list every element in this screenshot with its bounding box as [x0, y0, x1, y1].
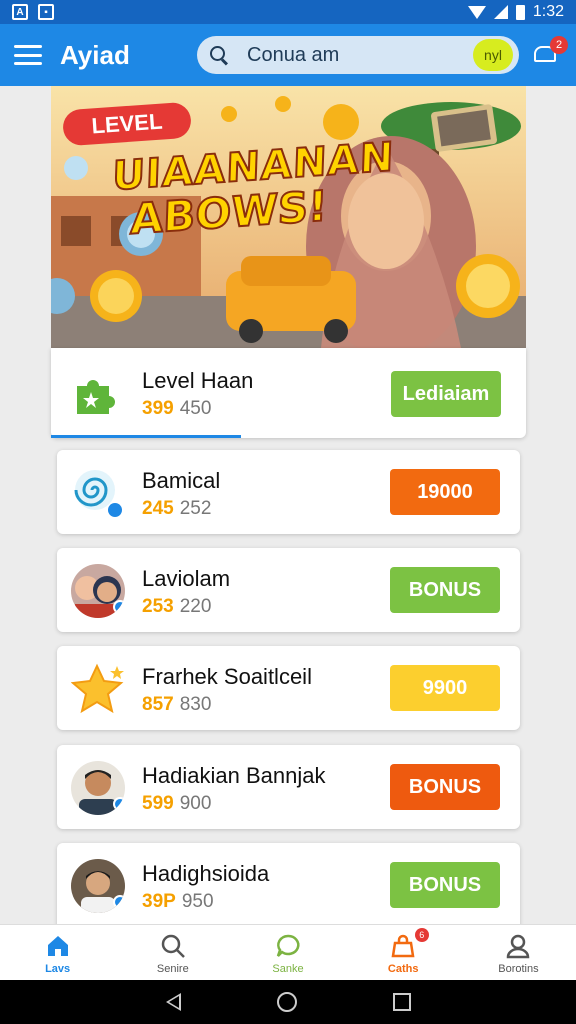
list-item[interactable]: Bamical 245 252 19000	[57, 450, 520, 534]
nav-item-caths[interactable]: 6 Caths	[346, 925, 461, 980]
card-title: Bamical	[142, 468, 221, 493]
person-avatar	[71, 859, 125, 913]
card-scores: 857 830	[142, 694, 211, 716]
card-scores: 399 450	[142, 398, 211, 420]
nav-label: Lavs	[45, 963, 71, 975]
nav-item-borotins[interactable]: Borotins	[461, 925, 576, 980]
card-action-button[interactable]: Lediaiam	[391, 371, 501, 417]
puzzle-icon	[71, 366, 125, 420]
card-action-button[interactable]: 9900	[390, 665, 500, 711]
nav-item-senire[interactable]: Senire	[115, 925, 230, 980]
card-scores: 39P 950	[142, 891, 214, 913]
card-title: Level Haan	[142, 368, 254, 393]
notification-count: 2	[550, 36, 568, 54]
list-item[interactable]: Hadiakian Bannjak 599 900 BONUS	[57, 745, 520, 829]
score-primary: 39P	[142, 891, 176, 912]
score-primary: 599	[142, 793, 174, 814]
card-action-button[interactable]: BONUS	[390, 764, 500, 810]
signal-icon	[493, 5, 508, 19]
card-scores: 245 252	[142, 498, 211, 520]
image-notification-icon: ▪	[38, 4, 54, 20]
bottom-navigation: Lavs Senire Sanke 6 Caths Borotins	[0, 924, 576, 980]
score-secondary: 252	[179, 498, 212, 519]
progress-bar	[51, 435, 241, 438]
back-icon[interactable]	[165, 993, 181, 1011]
score-secondary: 450	[179, 398, 212, 419]
notification-a-icon: A	[12, 4, 28, 20]
two-users-avatar	[71, 564, 125, 618]
list-item[interactable]: Level Haan 399 450 Lediaiam	[51, 348, 526, 438]
app-bar: Ayiad Conua am nyl 2	[0, 24, 576, 86]
nav-item-sanke[interactable]: Sanke	[230, 925, 345, 980]
nav-label: Caths	[387, 963, 419, 975]
system-navigation-bar	[0, 980, 576, 1024]
score-secondary: 900	[179, 793, 212, 814]
nav-label: Sanke	[272, 963, 304, 975]
search-avatar-badge[interactable]: nyl	[473, 39, 513, 71]
card-title: Hadiakian Bannjak	[142, 763, 326, 788]
card-title: Hadighsioida	[142, 861, 270, 886]
app-title: Ayiad	[60, 39, 130, 70]
search-icon	[160, 933, 186, 959]
wifi-icon	[467, 5, 486, 19]
score-primary: 253	[142, 596, 174, 617]
verified-badge	[113, 600, 125, 614]
list-item[interactable]: Laviolam 253 220 BONUS	[57, 548, 520, 632]
card-action-button[interactable]: BONUS	[390, 567, 500, 613]
recent-apps-icon[interactable]	[392, 993, 411, 1011]
nav-item-lavs[interactable]: Lavs	[0, 925, 115, 980]
score-primary: 245	[142, 498, 174, 519]
nav-label: Borotins	[498, 963, 539, 975]
verified-badge	[113, 895, 125, 909]
card-scores: 599 900	[142, 793, 211, 815]
status-bar: A ▪ 1:32	[0, 0, 576, 24]
card-scores: 253 220	[142, 596, 211, 618]
chat-icon	[275, 933, 301, 959]
nav-badge: 6	[414, 928, 429, 942]
card-title: Laviolam	[142, 566, 231, 591]
search-bar[interactable]: Conua am nyl	[197, 36, 519, 74]
bag-icon	[390, 933, 416, 959]
star-icon	[70, 662, 125, 716]
profile-icon	[505, 933, 531, 959]
status-time: 1:32	[532, 3, 564, 20]
promo-banner[interactable]: LEVEL UIAANANAN ABOWS!	[51, 86, 526, 348]
notifications-button[interactable]: 2	[534, 36, 568, 64]
verified-badge	[113, 797, 125, 811]
card-action-button[interactable]: BONUS	[390, 862, 500, 908]
search-icon	[209, 45, 229, 65]
home-icon	[45, 933, 71, 959]
hamburger-menu-icon[interactable]	[14, 45, 42, 65]
list-item[interactable]: Frarhek Soaitlceil 857 830 9900	[57, 646, 520, 730]
nav-label: Senire	[156, 963, 189, 975]
score-secondary: 950	[181, 891, 214, 912]
score-primary: 399	[142, 398, 174, 419]
man-avatar	[71, 761, 125, 815]
search-input[interactable]: Conua am	[247, 44, 339, 67]
list-item[interactable]: Hadighsioida 39P 950 BONUS	[57, 843, 520, 933]
battery-icon	[515, 4, 525, 20]
score-secondary: 220	[179, 596, 212, 617]
home-circle-icon[interactable]	[276, 992, 297, 1012]
card-action-button[interactable]: 19000	[390, 469, 500, 515]
card-title: Frarhek Soaitlceil	[142, 664, 312, 689]
score-secondary: 830	[179, 694, 212, 715]
spiral-lollipop-icon	[71, 466, 125, 520]
score-primary: 857	[142, 694, 174, 715]
